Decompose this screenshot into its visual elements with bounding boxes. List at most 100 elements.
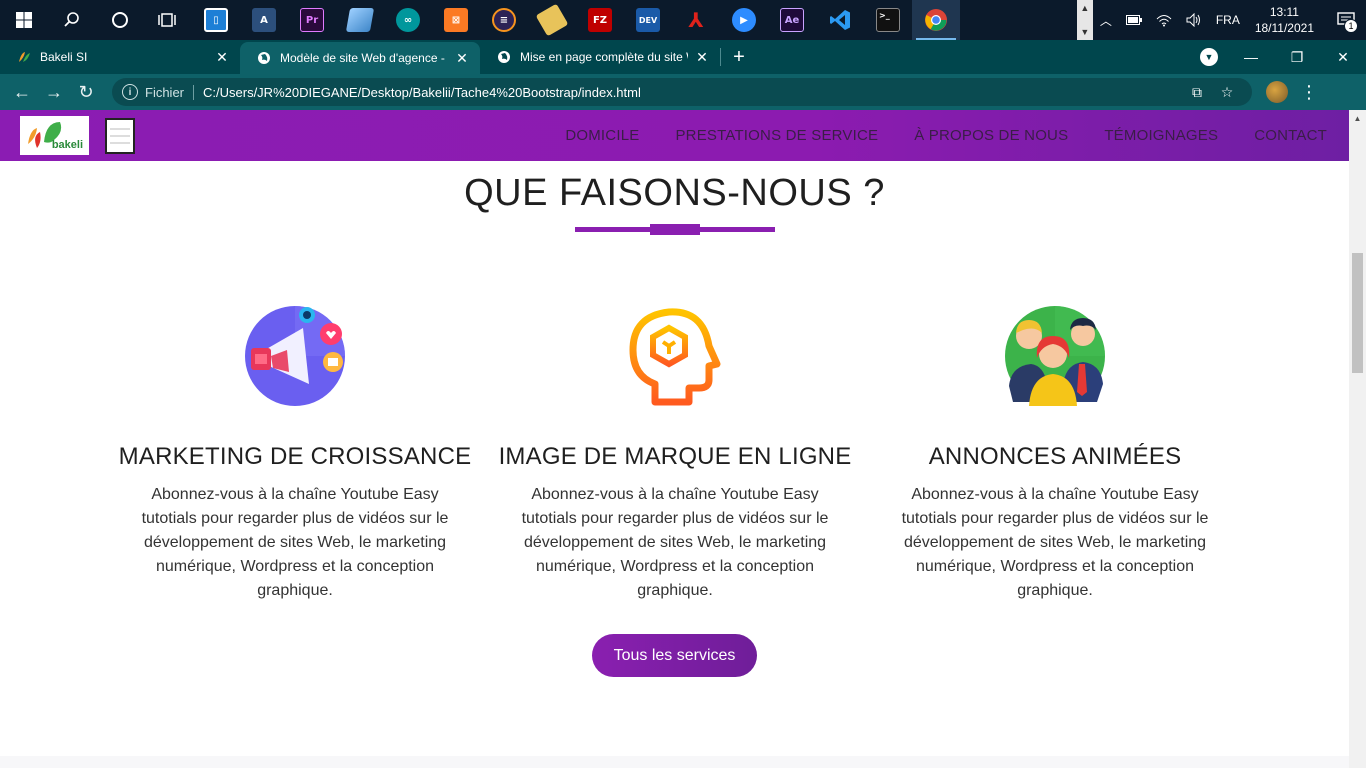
page-scrollbar[interactable]: ▲	[1349, 110, 1366, 768]
tab-search-button[interactable]: ▼	[1200, 48, 1218, 66]
browser-tab-active[interactable]: Modèle de site Web d'agence - T ✕	[240, 42, 480, 74]
taskbar-app-blue[interactable]: ▯	[192, 0, 240, 40]
app-icon-ao: A	[252, 8, 276, 32]
logo-text: bakeli	[51, 139, 83, 151]
address-scheme-label: Fichier	[145, 84, 195, 100]
restore-button[interactable]: ❐	[1274, 42, 1320, 72]
scrollbar-thumb[interactable]	[1352, 253, 1363, 373]
page-viewport: bakeli DOMICILE PRESTATIONS DE SERVICE À…	[0, 110, 1366, 768]
after-effects-icon: Ae	[780, 8, 804, 32]
brain-head-icon	[629, 308, 721, 406]
taskbar-cortana-button[interactable]	[96, 0, 144, 40]
navbar-toggle-button[interactable]	[105, 117, 135, 154]
back-button[interactable]: ←	[6, 76, 38, 108]
new-tab-button[interactable]: +	[721, 40, 757, 74]
arrow-right-icon: →	[45, 81, 63, 102]
site-nav-links: DOMICILE PRESTATIONS DE SERVICE À PROPOS…	[547, 110, 1349, 161]
service-title: MARKETING DE CROISSANCE	[118, 443, 472, 470]
taskbar-eclipse[interactable]: ≡	[480, 0, 528, 40]
info-icon[interactable]: i	[122, 84, 138, 100]
globe-icon	[496, 49, 512, 65]
taskbar-task-view-button[interactable]	[144, 0, 192, 40]
chrome-icon	[925, 9, 947, 31]
tab-title: Modèle de site Web d'agence - T	[280, 51, 448, 65]
notification-count-badge: 1	[1344, 19, 1358, 33]
taskbar-acrobat[interactable]: ⅄	[672, 0, 720, 40]
forward-button[interactable]: →	[38, 76, 70, 108]
search-icon	[64, 12, 79, 27]
taskbar-app-bluebook[interactable]	[336, 0, 384, 40]
taskbar-vscode[interactable]	[816, 0, 864, 40]
megaphone-icon	[245, 306, 345, 406]
action-center-button[interactable]: 1	[1326, 0, 1366, 40]
service-description: Abonnez-vous à la chaîne Youtube Easy tu…	[141, 486, 449, 599]
close-window-button[interactable]: ✕	[1320, 42, 1366, 72]
taskbar-app-ao[interactable]: A	[240, 0, 288, 40]
taskbar-scroll[interactable]: ▲ ▼	[1076, 0, 1093, 40]
wifi-icon[interactable]	[1149, 13, 1179, 27]
all-services-button[interactable]: Tous les services	[592, 634, 757, 677]
chevron-down-icon: ▼	[1080, 27, 1090, 37]
browser-tab-strip: Bakeli SI ✕ Modèle de site Web d'agence …	[0, 40, 1366, 74]
service-card: IMAGE DE MARQUE EN LIGNE Abonnez-vous à …	[485, 306, 865, 603]
system-clock[interactable]: 13:11 18/11/2021	[1247, 4, 1326, 36]
section-title: QUE FAISONS-NOUS ?	[464, 172, 885, 214]
service-card: MARKETING DE CROISSANCE Abonnez-vous à l…	[105, 306, 485, 603]
translate-icon[interactable]: ⧉	[1182, 84, 1212, 101]
minimize-button[interactable]: —	[1228, 42, 1274, 72]
browser-menu-icon[interactable]: ⋮	[1294, 82, 1324, 103]
window-controls: ▼ — ❐ ✕	[1200, 40, 1366, 74]
tray-overflow-button[interactable]: ︿	[1093, 12, 1119, 29]
service-description: Abonnez-vous à la chaîne Youtube Easy tu…	[901, 486, 1209, 599]
taskbar-terminal[interactable]: >_	[864, 0, 912, 40]
nav-link-domicile[interactable]: DOMICILE	[565, 127, 639, 144]
reload-button[interactable]: ↻	[70, 76, 102, 108]
bookmark-star-icon[interactable]: ☆	[1212, 84, 1242, 101]
windows-start-button[interactable]	[0, 0, 48, 40]
browser-tab[interactable]: Bakeli SI ✕	[0, 40, 240, 74]
taskbar-search-button[interactable]	[48, 0, 96, 40]
service-title: ANNONCES ANIMÉES	[928, 443, 1182, 470]
chevron-down-icon: ▼	[1204, 52, 1214, 62]
chevron-up-icon: ▲	[1080, 3, 1090, 13]
taskbar-premiere[interactable]: Pr	[288, 0, 336, 40]
tab-close-icon[interactable]: ✕	[214, 49, 230, 65]
browser-toolbar: ← → ↻ i Fichier C:/Users/JR%20DIEGANE/De…	[0, 74, 1366, 110]
service-card: ANNONCES ANIMÉES Abonnez-vous à la chaîn…	[865, 306, 1245, 603]
close-icon: ✕	[1337, 48, 1349, 65]
nav-link-contact[interactable]: CONTACT	[1254, 127, 1327, 144]
taskbar-chrome[interactable]	[912, 0, 960, 40]
app-icon-bluebook	[345, 8, 375, 32]
volume-icon[interactable]	[1179, 13, 1209, 27]
app-icon-yellow	[535, 3, 569, 37]
taskbar-filezilla[interactable]: FZ	[576, 0, 624, 40]
battery-icon[interactable]	[1119, 15, 1149, 25]
site-logo[interactable]: bakeli	[20, 116, 89, 155]
scroll-up-icon[interactable]: ▲	[1349, 110, 1366, 127]
reload-icon: ↻	[78, 81, 94, 102]
taskbar-after-effects[interactable]: Ae	[768, 0, 816, 40]
taskbar-app-yellow[interactable]	[528, 0, 576, 40]
system-tray: ▲ ▼ ︿ FRA 13:11 18/11/2021 1	[1076, 0, 1366, 40]
nav-link-prestations[interactable]: PRESTATIONS DE SERVICE	[675, 127, 878, 144]
vscode-icon	[830, 10, 850, 30]
taskbar-devcpp[interactable]: DEV	[624, 0, 672, 40]
devcpp-icon: DEV	[636, 8, 660, 32]
address-bar[interactable]: i Fichier C:/Users/JR%20DIEGANE/Desktop/…	[112, 78, 1252, 106]
hamburger-line	[110, 127, 130, 130]
taskbar-zoom[interactable]: ▶	[720, 0, 768, 40]
language-indicator[interactable]: FRA	[1209, 13, 1247, 27]
nav-link-a-propos[interactable]: À PROPOS DE NOUS	[914, 127, 1068, 144]
premiere-icon: Pr	[300, 8, 324, 32]
service-title: IMAGE DE MARQUE EN LIGNE	[498, 443, 852, 470]
nav-link-temoignages[interactable]: TÉMOIGNAGES	[1104, 127, 1218, 144]
address-url[interactable]: C:/Users/JR%20DIEGANE/Desktop/Bakelii/Ta…	[203, 85, 1182, 100]
tab-close-icon[interactable]: ✕	[454, 50, 470, 66]
tab-title: Mise en page complète du site W	[520, 50, 688, 64]
taskbar-arduino[interactable]: ∞	[384, 0, 432, 40]
browser-tab[interactable]: Mise en page complète du site W ✕	[480, 40, 720, 74]
taskbar-xampp[interactable]: ⊠	[432, 0, 480, 40]
tab-close-icon[interactable]: ✕	[694, 49, 710, 65]
windows-taskbar: ▯ A Pr ∞ ⊠ ≡ FZ DEV ⅄ ▶ Ae >_ ▲ ▼ ︿ FRA 1…	[0, 0, 1366, 40]
profile-avatar[interactable]	[1266, 81, 1288, 103]
